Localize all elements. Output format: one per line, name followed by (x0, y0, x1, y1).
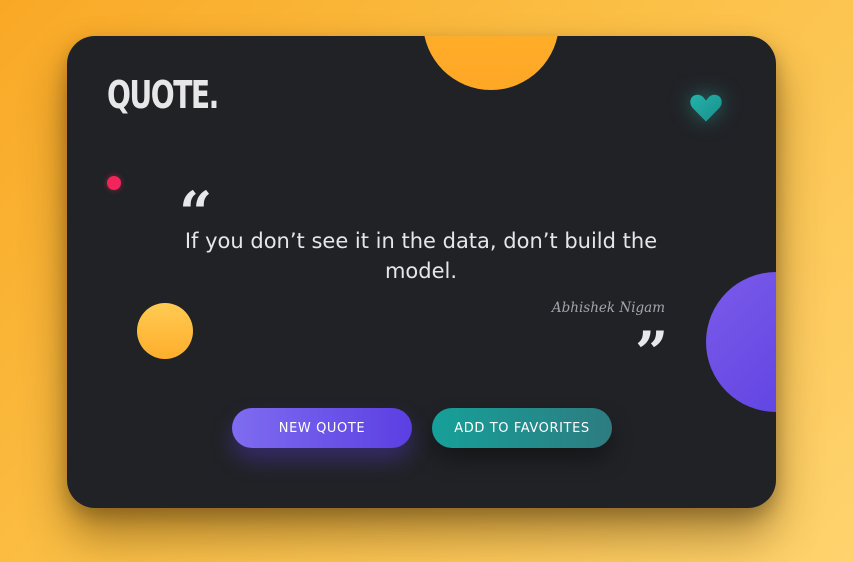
decorative-circle-right (706, 272, 776, 412)
close-quote-icon: ” (635, 319, 669, 387)
decorative-circle-left (137, 303, 193, 359)
app-logo: QUOTE. (107, 73, 219, 117)
decorative-dot (107, 176, 121, 190)
add-to-favorites-button[interactable]: ADD TO FAVORITES (432, 408, 612, 448)
heart-icon[interactable] (687, 88, 725, 126)
quote-text: If you don’t see it in the data, don’t b… (184, 229, 658, 283)
decorative-circle-top (423, 36, 559, 90)
quote-author: Abhishek Nigam (551, 300, 665, 316)
new-quote-button[interactable]: NEW QUOTE (232, 408, 412, 448)
open-quote-icon: “ (179, 179, 213, 247)
quote-card: QUOTE. “ If you don’t see it in the data… (67, 36, 776, 508)
